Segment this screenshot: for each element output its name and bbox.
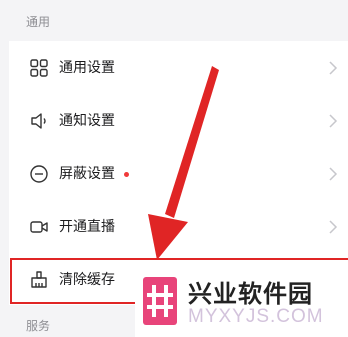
watermark: 兴业软件园 MYXYJS.COM	[135, 269, 348, 337]
settings-page: 通用 通用设置 通知设置 屏蔽设置 开通直播 清除缓存 服务 兴业软件园 MYX…	[0, 0, 348, 337]
watermark-url: MYXYJS.COM	[188, 306, 324, 327]
red-dot-badge	[124, 172, 129, 177]
settings-item-label: 屏蔽设置	[59, 166, 115, 182]
watermark-title: 兴业软件园	[188, 280, 313, 308]
settings-item-general[interactable]: 通用设置	[9, 41, 348, 94]
chevron-right-icon	[328, 219, 338, 235]
watermark-logo-icon	[143, 277, 177, 325]
settings-item-live[interactable]: 开通直播	[9, 200, 348, 253]
settings-item-notification[interactable]: 通知设置	[9, 94, 348, 147]
video-camera-icon	[29, 217, 49, 237]
settings-item-label: 通用设置	[59, 60, 115, 76]
speaker-icon	[29, 111, 49, 131]
settings-item-label: 通知设置	[59, 113, 115, 129]
grid-icon	[29, 58, 49, 78]
section-header-general: 通用	[26, 15, 51, 29]
chevron-right-icon	[328, 60, 338, 76]
chevron-right-icon	[328, 166, 338, 182]
settings-item-block[interactable]: 屏蔽设置	[9, 147, 348, 200]
block-icon	[29, 164, 49, 184]
settings-item-label: 开通直播	[59, 219, 115, 235]
section-header-service: 服务	[26, 319, 51, 333]
chevron-right-icon	[328, 113, 338, 129]
